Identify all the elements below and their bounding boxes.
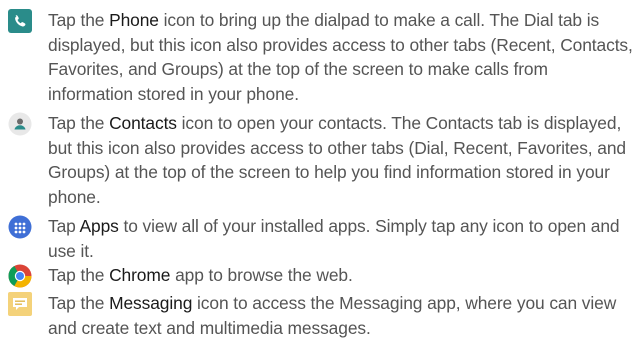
keyword-chrome: Chrome <box>109 265 171 285</box>
phone-icon[interactable] <box>7 8 33 34</box>
description-text: app to browse the web. <box>170 265 353 285</box>
keyword-apps: Apps <box>79 216 119 236</box>
lead-text: Tap the <box>48 265 110 285</box>
description-text: to view all of your installed apps. Simp… <box>48 216 620 261</box>
keyword-phone: Phone <box>109 10 159 30</box>
apps-icon[interactable] <box>7 214 33 240</box>
lead-text: Tap the <box>48 10 110 30</box>
item-text: Tap Apps to view all of your installed a… <box>48 214 636 263</box>
item-text: Tap the Chrome app to browse the web. <box>48 263 636 288</box>
keyword-messaging: Messaging <box>109 293 193 313</box>
lead-text: Tap the <box>48 113 110 133</box>
item-text: Tap the Messaging icon to access the Mes… <box>48 291 636 340</box>
item-text: Tap the Contacts icon to open your conta… <box>48 111 636 209</box>
lead-text: Tap the <box>48 293 110 313</box>
item-text: Tap the Phone icon to bring up the dialp… <box>48 8 636 106</box>
keyword-contacts: Contacts <box>109 113 177 133</box>
messaging-icon[interactable] <box>7 291 33 317</box>
contacts-icon[interactable] <box>7 111 33 137</box>
lead-text: Tap <box>48 216 80 236</box>
chrome-icon[interactable] <box>7 263 33 289</box>
